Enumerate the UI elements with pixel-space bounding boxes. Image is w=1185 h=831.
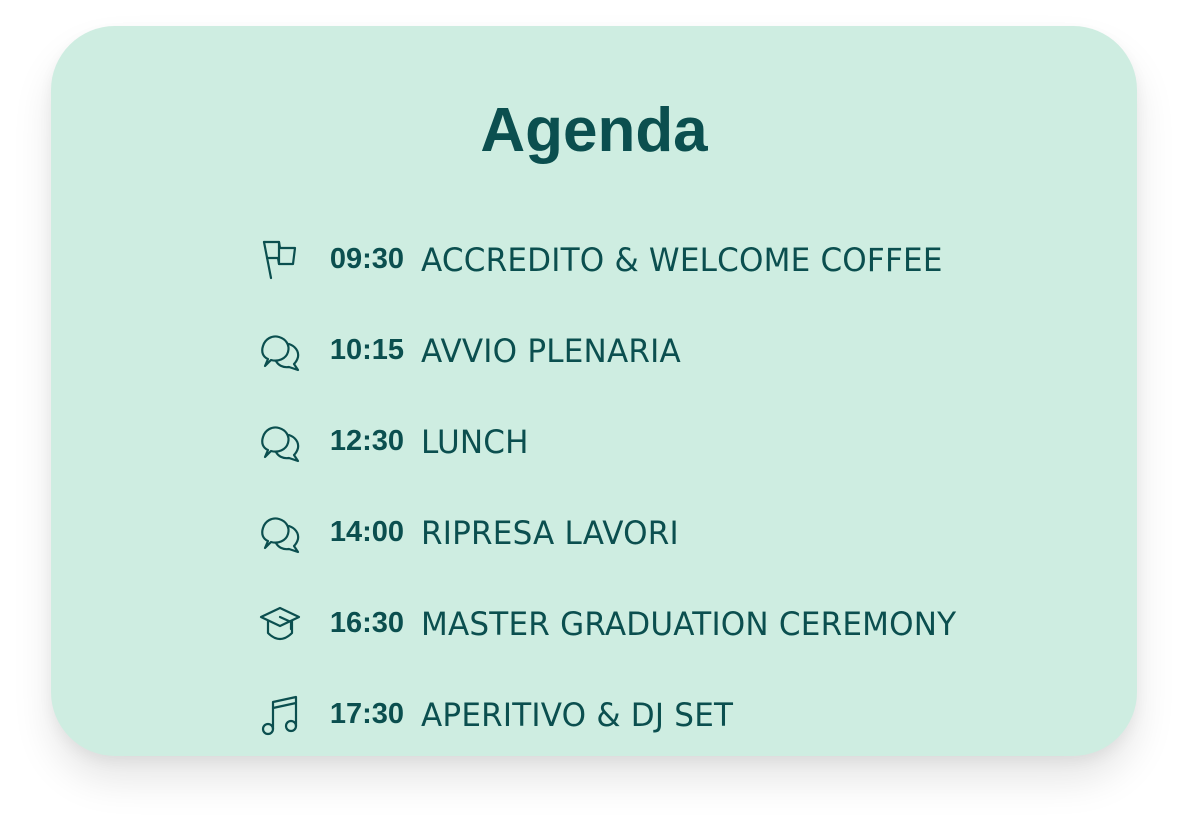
item-event: APERITIVO & DJ SET bbox=[421, 695, 734, 734]
music-note-icon bbox=[258, 692, 304, 738]
speech-bubbles-icon bbox=[258, 510, 304, 556]
item-time: 09:30 bbox=[329, 243, 404, 275]
item-event: MASTER GRADUATION CEREMONY bbox=[421, 604, 957, 643]
agenda-item: 10:15 AVVIO PLENARIA bbox=[258, 305, 973, 396]
item-event: AVVIO PLENARIA bbox=[421, 331, 681, 370]
agenda-item: 17:30 APERITIVO & DJ SET bbox=[258, 669, 973, 760]
item-time: 10:15 bbox=[329, 334, 404, 366]
item-time: 16:30 bbox=[329, 607, 404, 639]
agenda-card: Agenda 09:30 ACCREDITO & WELCOME COFFEE … bbox=[51, 26, 1137, 756]
agenda-item: 16:30 MASTER GRADUATION CEREMONY bbox=[258, 578, 973, 669]
item-event: RIPRESA LAVORI bbox=[421, 513, 679, 552]
speech-bubbles-icon bbox=[258, 419, 304, 465]
agenda-title: Agenda bbox=[480, 96, 708, 165]
item-time: 17:30 bbox=[329, 698, 404, 730]
graduation-cap-icon bbox=[258, 601, 304, 647]
flag-icon bbox=[258, 237, 304, 283]
item-event: LUNCH bbox=[421, 422, 529, 461]
item-time: 14:00 bbox=[329, 516, 404, 548]
item-event: ACCREDITO & WELCOME COFFEE bbox=[421, 240, 943, 279]
agenda-list: 09:30 ACCREDITO & WELCOME COFFEE 10:15 A… bbox=[258, 214, 973, 760]
agenda-item: 09:30 ACCREDITO & WELCOME COFFEE bbox=[258, 214, 973, 305]
agenda-item: 14:00 RIPRESA LAVORI bbox=[258, 487, 973, 578]
item-time: 12:30 bbox=[329, 425, 404, 457]
agenda-item: 12:30 LUNCH bbox=[258, 396, 973, 487]
speech-bubbles-icon bbox=[258, 328, 304, 374]
